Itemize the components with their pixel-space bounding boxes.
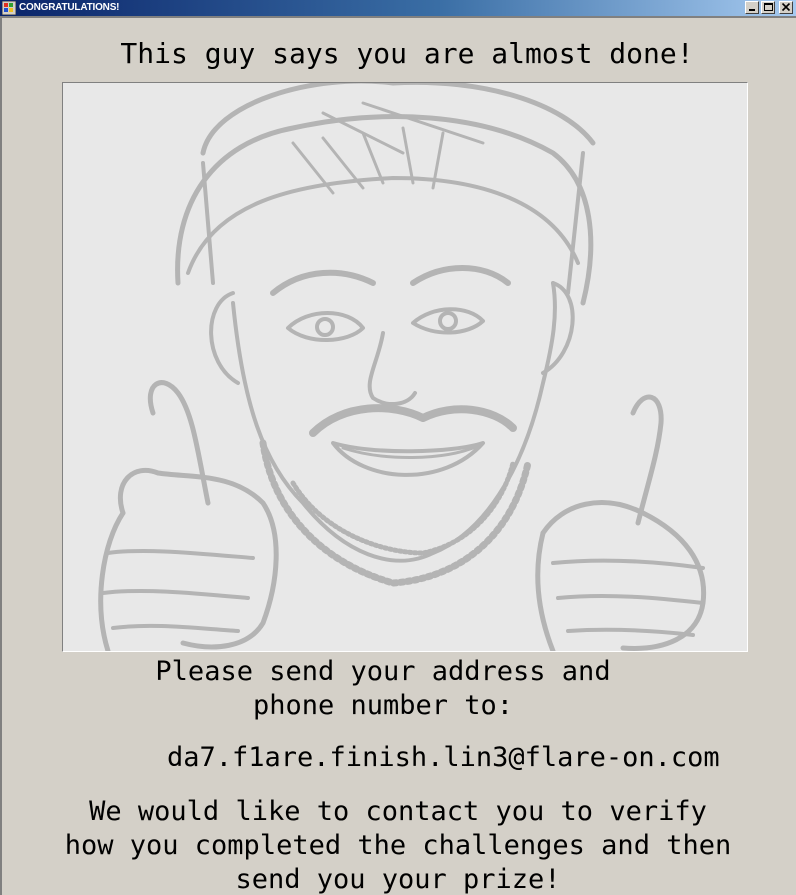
- minimize-icon: [749, 9, 755, 11]
- page-heading: This guy says you are almost done!: [120, 37, 694, 70]
- minimize-button[interactable]: [745, 1, 759, 14]
- close-button[interactable]: [779, 1, 793, 14]
- windows-app-icon: [2, 1, 16, 15]
- window-title: CONGRATULATIONS!: [19, 2, 120, 13]
- thumbs-up-sketch-icon: [98, 83, 707, 651]
- contact-note: We would like to contact you to verify h…: [64, 796, 732, 895]
- title-bar[interactable]: CONGRATULATIONS!: [0, 0, 796, 16]
- thumbs-up-sketch-picture: [62, 82, 748, 652]
- maximize-button[interactable]: [761, 1, 775, 14]
- contact-email: da7.f1are.finish.lin3@flare-on.com: [167, 742, 720, 773]
- maximize-icon: [764, 3, 773, 11]
- instructions-text: Please send your address and phone numbe…: [155, 656, 611, 721]
- congratulations-window: CONGRATULATIONS! This guy says you are a…: [0, 0, 796, 895]
- close-icon: [781, 3, 791, 12]
